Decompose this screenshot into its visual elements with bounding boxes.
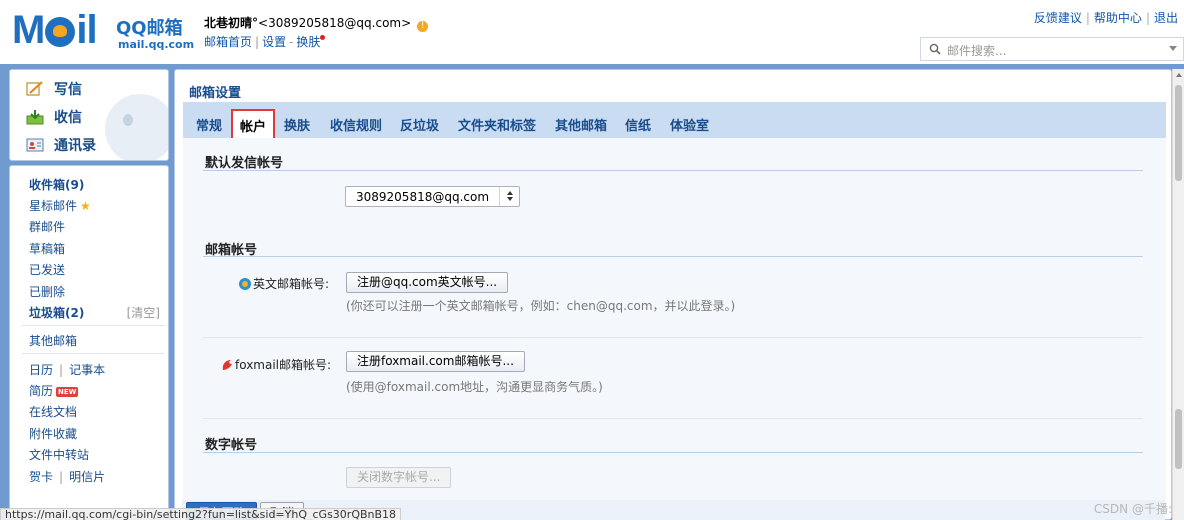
tab-folders-labels[interactable]: 文件夹和标签 (458, 115, 536, 134)
register-foxmail-account-button[interactable]: 注册foxmail.com邮箱帐号... (346, 351, 525, 372)
csdn-watermark: CSDN @千播: (1093, 502, 1172, 516)
register-english-account-button[interactable]: 注册@qq.com英文帐号... (346, 272, 509, 293)
folder-group[interactable]: 群邮件 (29, 218, 65, 235)
qq-penguin-illustration (105, 94, 168, 160)
tab-other-mailboxes[interactable]: 其他邮箱 (555, 115, 607, 134)
compose-button[interactable]: 写信 (26, 78, 82, 100)
greeting-cards-link[interactable]: 贺卡 (29, 470, 53, 484)
folder-drafts[interactable]: 草稿箱 (29, 240, 65, 257)
default-sender-value: 3089205818@qq.com (356, 190, 490, 204)
tab-anti-spam[interactable]: 反垃圾 (400, 115, 439, 134)
user-name: 北巷初晴° (204, 16, 259, 30)
qq-mail-logo[interactable]: Mil QQ邮箱 mail.qq.com (12, 8, 195, 52)
english-account-hint: (你还可以注册一个英文邮箱帐号，例如：chen@qq.com，并以此登录。) (346, 299, 736, 313)
foxmail-account-label: foxmail邮箱帐号: (221, 356, 331, 373)
new-badge: NEW (56, 387, 79, 397)
attachments-link[interactable]: 附件收藏 (29, 425, 77, 442)
header: Mil QQ邮箱 mail.qq.com 北巷初晴°<3089205818@qq… (0, 0, 1184, 64)
inbox-label: 收信 (54, 110, 82, 126)
search-input[interactable]: 邮件搜索... (920, 37, 1184, 61)
tab-skin[interactable]: 换肤 (284, 115, 310, 134)
nav-primary-actions: 写信 收信 通讯录 (9, 69, 169, 161)
settings-link[interactable]: 设置 (262, 35, 286, 49)
qq-icon (239, 278, 251, 290)
user-links: 邮箱首页 | 设置 - 换肤 (204, 33, 326, 50)
star-icon: ★ (80, 199, 91, 213)
select-arrows-icon (499, 187, 519, 206)
compose-icon (26, 81, 43, 96)
settings-content: 默认发信帐号 3089205818@qq.com 邮箱帐号 英文邮箱帐号: 注册… (183, 138, 1166, 519)
folder-other-mailboxes[interactable]: 其他邮箱 (29, 332, 77, 349)
search-icon (929, 43, 941, 55)
tab-account[interactable]: 帐户 (231, 109, 276, 140)
logout-link[interactable]: 退出 (1154, 11, 1178, 25)
settings-tabs: 常规 帐户 换肤 收信规则 反垃圾 文件夹和标签 其他邮箱 信纸 体验室 (183, 102, 1166, 140)
resume-link[interactable]: 简历 NEW (29, 382, 79, 399)
logo-url-text: mail.qq.com (118, 38, 195, 51)
tab-rules[interactable]: 收信规则 (330, 115, 382, 134)
scrollbar-thumb-secondary[interactable] (1175, 409, 1182, 469)
folder-list: 收件箱(9) 星标邮件 ★ 群邮件 草稿箱 已发送 已删除 垃圾箱(2) [清空]… (9, 165, 169, 520)
clear-junk-link[interactable]: [清空] (127, 304, 160, 321)
nav-divider (22, 325, 164, 326)
nav-divider (22, 353, 164, 354)
section-divider (203, 256, 1143, 257)
online-docs-link[interactable]: 在线文档 (29, 403, 77, 420)
contacts-label: 通讯录 (54, 138, 96, 154)
page-scrollbar[interactable] (1172, 69, 1184, 520)
notes-link[interactable]: 记事本 (69, 363, 105, 377)
tab-stationery[interactable]: 信纸 (625, 115, 651, 134)
tab-general[interactable]: 常规 (196, 115, 222, 134)
notification-dot-icon (320, 35, 326, 40)
section-default-sender: 默认发信帐号 (205, 156, 284, 171)
help-center-link[interactable]: 帮助中心 (1094, 11, 1142, 25)
browser-status-url: https://mail.qq.com/cgi-bin/setting2?fun… (0, 508, 402, 520)
section-digital-accounts: 数字帐号 (205, 438, 258, 453)
search-dropdown-icon[interactable] (1169, 46, 1177, 51)
inbox-button[interactable]: 收信 (26, 106, 82, 128)
close-digital-account-button[interactable]: 关闭数字帐号... (346, 467, 452, 488)
folder-deleted[interactable]: 已删除 (29, 283, 65, 300)
postcards-link[interactable]: 明信片 (69, 470, 105, 484)
folder-junk[interactable]: 垃圾箱(2) (29, 304, 84, 321)
compose-label: 写信 (54, 82, 82, 98)
search-placeholder: 邮件搜索... (947, 44, 1007, 58)
foxmail-icon (222, 360, 232, 370)
user-identity: 北巷初晴°<3089205818@qq.com>! (204, 14, 429, 32)
user-email: <3089205818@qq.com> (258, 16, 412, 30)
logo-cn-text: QQ邮箱 (116, 18, 183, 39)
page-title: 邮箱设置 (189, 86, 242, 101)
tools-calendar-notes: 日历 | 记事本 (29, 363, 106, 377)
receive-mail-icon (26, 110, 44, 125)
scrollbar-thumb[interactable] (1175, 85, 1182, 181)
contacts-button[interactable]: 通讯录 (26, 134, 96, 156)
scroll-up-icon[interactable] (1176, 73, 1182, 77)
folder-starred[interactable]: 星标邮件 ★ (29, 197, 91, 214)
row-divider (203, 337, 1143, 338)
foxmail-account-hint: (使用@foxmail.com地址，沟通更显商务气质。) (346, 380, 603, 394)
english-account-label: 英文邮箱帐号: (239, 275, 329, 292)
default-sender-select[interactable]: 3089205818@qq.com (345, 186, 520, 207)
feedback-link[interactable]: 反馈建议 (1034, 11, 1082, 25)
top-right-links: 反馈建议 | 帮助中心 | 退出 (1033, 11, 1178, 25)
change-skin-link[interactable]: 换肤 (296, 35, 320, 49)
calendar-link[interactable]: 日历 (29, 363, 53, 377)
folder-sent[interactable]: 已发送 (29, 261, 65, 278)
mailbox-home-link[interactable]: 邮箱首页 (204, 35, 252, 49)
contacts-icon (26, 138, 44, 152)
file-transfer-link[interactable]: 文件中转站 (29, 446, 89, 463)
settings-panel: 邮箱设置 常规 帐户 换肤 收信规则 反垃圾 文件夹和标签 其他邮箱 信纸 体验… (174, 69, 1172, 520)
logo-wordmark: Mil (12, 8, 98, 52)
row-divider (203, 418, 1143, 419)
warning-icon[interactable]: ! (417, 21, 429, 32)
section-divider (203, 452, 1143, 453)
section-divider (203, 170, 1143, 171)
folder-inbox[interactable]: 收件箱(9) (29, 176, 84, 193)
tab-lab[interactable]: 体验室 (670, 115, 709, 134)
tools-cards: 贺卡 | 明信片 (29, 470, 106, 484)
